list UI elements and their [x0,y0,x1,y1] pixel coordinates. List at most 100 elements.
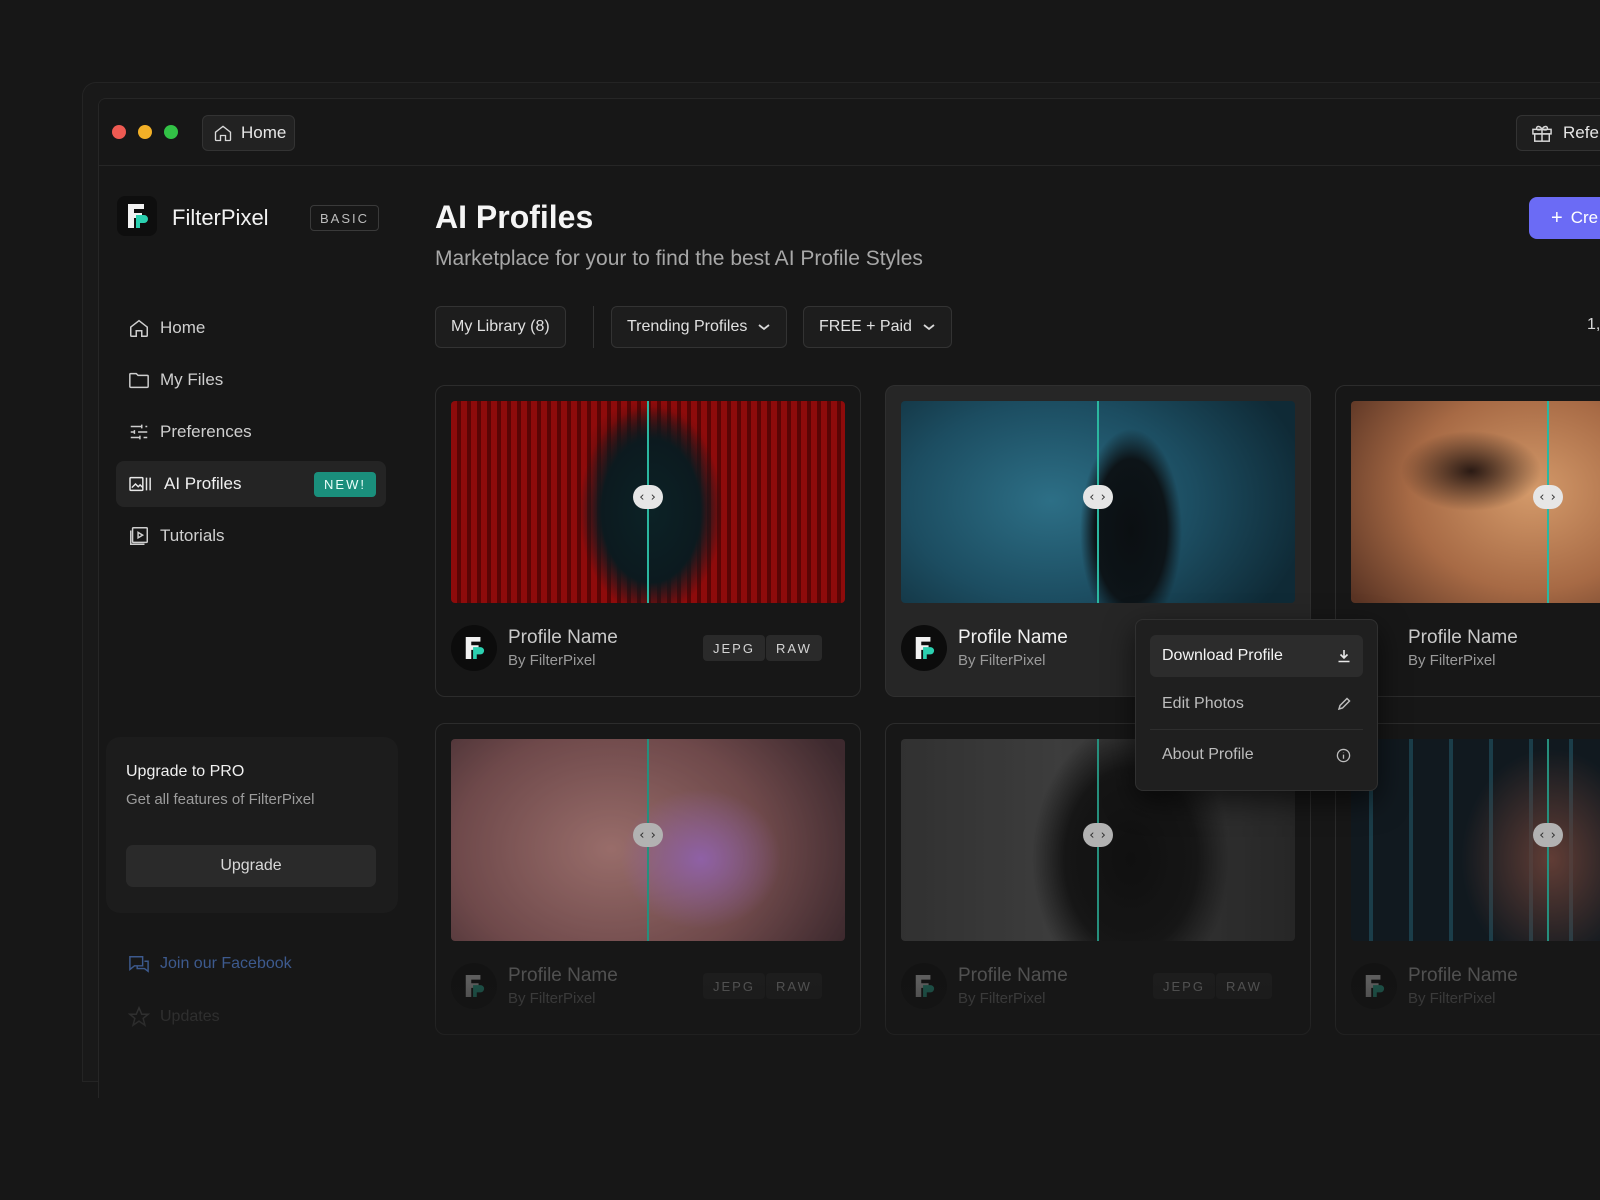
format-tag-jpeg: JEPG [703,635,765,661]
my-library-button[interactable]: My Library (8) [435,306,566,348]
titlebar: Home Refer [99,99,1600,166]
format-tag-jpeg: JEPG [1153,973,1215,999]
menu-item-edit-photos[interactable]: Edit Photos [1150,683,1363,725]
upgrade-card: Upgrade to PRO Get all features of Filte… [106,737,398,913]
minimize-window-button[interactable] [138,125,152,139]
home-tab-label: Home [241,123,287,142]
sidebar-item-home[interactable]: Home [116,305,386,351]
home-tab[interactable]: Home [202,115,295,151]
sidebar-item-label: AI Profiles [164,474,242,493]
chevron-down-icon [758,324,770,331]
format-tag-raw: RAW [766,973,822,999]
profile-name: Profile Name [508,965,618,986]
menu-item-label: About Profile [1162,746,1254,763]
close-window-button[interactable] [112,125,126,139]
facebook-link-label: Join our Facebook [160,955,292,972]
compare-handle-icon[interactable]: ‹ › [1083,485,1113,509]
page-title: AI Profiles [435,199,594,235]
menu-item-about-profile[interactable]: About Profile [1150,734,1363,776]
page-subtitle: Marketplace for your to find the best AI… [435,247,923,270]
menu-separator [1150,729,1363,730]
upgrade-button[interactable]: Upgrade [126,845,376,887]
updates-link-label: Updates [160,1008,220,1025]
plan-badge: BASIC [310,205,380,231]
sidebar-item-ai-profiles[interactable]: AI Profiles NEW! [116,461,386,507]
format-tag-raw: RAW [1216,973,1272,999]
create-button[interactable]: + Cre [1529,197,1600,239]
compare-handle-icon[interactable]: ‹ › [1083,823,1113,847]
profile-preview-image[interactable]: ‹ › [451,401,845,603]
play-icon [130,527,148,545]
sidebar-item-label: Preferences [160,422,252,441]
avatar [1351,963,1397,1009]
profile-author: By FilterPixel [1408,652,1496,669]
home-icon [214,125,232,142]
compare-handle-icon[interactable]: ‹ › [1533,823,1563,847]
format-tag-jpeg: JEPG [703,973,765,999]
refer-button[interactable]: Refer [1516,115,1600,151]
avatar [901,625,947,671]
maximize-window-button[interactable] [164,125,178,139]
sidebar-item-label: My Files [160,370,224,389]
profile-name: Profile Name [958,627,1068,648]
sidebar-item-tutorials[interactable]: Tutorials [116,513,386,559]
avatar [451,963,497,1009]
compare-handle-icon[interactable]: ‹ › [1533,485,1563,509]
format-tag-raw: RAW [766,635,822,661]
create-button-label: Cre [1570,208,1599,227]
avatar [901,963,947,1009]
upgrade-subtitle: Get all features of FilterPixel [126,791,315,808]
filter-divider [593,306,594,348]
profile-preview-image[interactable]: ‹ › [901,401,1295,603]
compare-handle-icon[interactable]: ‹ › [633,485,663,509]
brand-name: FilterPixel [172,205,269,230]
updates-link[interactable]: Updates [128,1006,220,1028]
profile-preview-image[interactable]: ‹ › [1351,739,1600,941]
gift-icon [1532,125,1552,142]
profile-name: Profile Name [1408,627,1518,648]
sidebar-item-preferences[interactable]: Preferences [116,409,386,455]
menu-item-download-profile[interactable]: Download Profile [1150,635,1363,677]
info-icon [1336,748,1351,762]
menu-item-label: Download Profile [1162,647,1283,664]
new-badge: NEW! [314,472,376,497]
chevron-down-icon [923,324,935,331]
app-window: Home Refer FilterPixel BASIC Home My Fil… [98,98,1600,1098]
profile-author: By FilterPixel [1408,990,1496,1007]
profile-preview-image[interactable]: ‹ › [451,739,845,941]
profile-name: Profile Name [1408,965,1518,986]
pencil-icon [1337,697,1351,711]
upgrade-title: Upgrade to PRO [126,763,245,780]
profile-author: By FilterPixel [508,652,596,669]
filterpixel-logo-icon [465,975,485,997]
profile-context-menu: Download Profile Edit Photos About Profi… [1135,619,1378,791]
sliders-icon [130,424,148,440]
sort-dropdown-label: Trending Profiles [627,318,748,335]
facebook-link[interactable]: Join our Facebook [128,954,292,974]
profile-author: By FilterPixel [958,652,1046,669]
sidebar-item-label: Tutorials [160,526,225,545]
profile-card[interactable]: ‹ › Profile Name By FilterPixel JEPG RAW [435,385,861,697]
price-dropdown[interactable]: FREE + Paid [803,306,952,348]
my-library-label: My Library (8) [451,318,550,335]
ai-profiles-icon [129,476,151,492]
profile-card[interactable]: ‹ › Profile Name By FilterPixel JEPG RAW [435,723,861,1035]
chat-icon [129,956,149,973]
app-logo [117,196,157,236]
profile-preview-image[interactable]: ‹ › [1351,401,1600,603]
profile-count: 1, [1587,316,1600,333]
profile-name: Profile Name [958,965,1068,986]
sidebar-item-label: Home [160,318,206,337]
sort-dropdown[interactable]: Trending Profiles [611,306,788,348]
filterpixel-logo-icon [1365,975,1385,997]
profile-author: By FilterPixel [508,990,596,1007]
menu-item-label: Edit Photos [1162,695,1244,712]
filterpixel-logo-icon [915,637,935,659]
profile-author: By FilterPixel [958,990,1046,1007]
sidebar-item-my-files[interactable]: My Files [116,357,386,403]
compare-handle-icon[interactable]: ‹ › [633,823,663,847]
home-icon [130,319,148,337]
filterpixel-logo-icon [128,204,148,228]
star-icon [128,1006,150,1027]
folder-icon [129,372,149,389]
